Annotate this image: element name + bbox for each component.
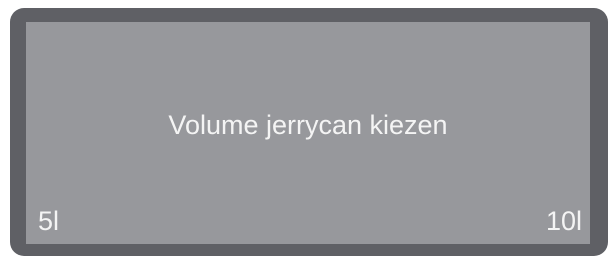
softkey-left-5l[interactable]: 5l bbox=[38, 204, 59, 238]
display-prompt: Volume jerrycan kiezen bbox=[168, 110, 448, 140]
softkey-right-10l[interactable]: 10l bbox=[546, 204, 582, 238]
lcd-screen: Volume jerrycan kiezen 5l 10l bbox=[26, 22, 590, 244]
